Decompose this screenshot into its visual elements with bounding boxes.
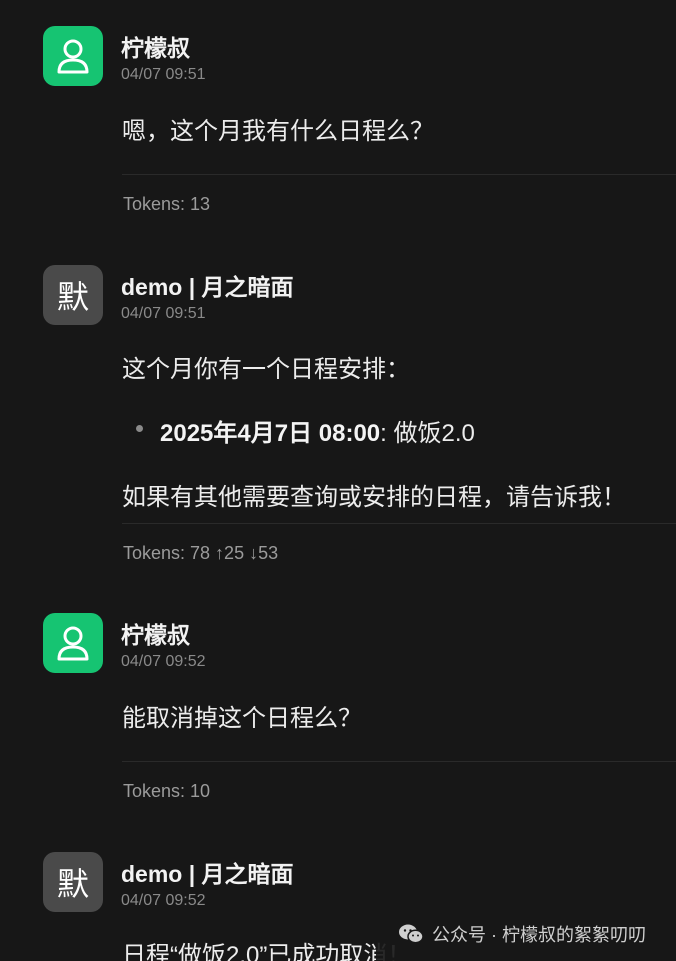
schedule-list-item: 2025年4月7日 08:00: 做饭2.0	[160, 413, 475, 448]
bot-avatar[interactable]: 默	[43, 265, 103, 325]
token-count: Tokens: 10	[123, 781, 211, 801]
sender-name: 柠檬叔	[121, 35, 190, 61]
bot-avatar[interactable]: 默	[43, 852, 103, 912]
watermark: 公众号 · 柠檬叔的絮絮叨叨	[376, 907, 676, 961]
message-text: 嗯，这个月我有什么日程么？	[122, 118, 434, 145]
list-bullet	[136, 425, 143, 432]
wechat-icon	[399, 924, 424, 944]
timestamp: 04/07 09:51	[121, 66, 206, 83]
timestamp: 04/07 09:52	[121, 892, 206, 909]
timestamp: 04/07 09:52	[121, 653, 206, 670]
message-text: 日程“做饭2.0”已成功取消！	[122, 942, 412, 961]
user-avatar[interactable]	[43, 26, 103, 86]
user-icon	[57, 39, 89, 74]
sender-name: demo | 月之暗面	[121, 861, 294, 887]
token-count: Tokens: 78 ↑25 ↓53	[123, 543, 279, 563]
sender-name: demo | 月之暗面	[121, 274, 294, 300]
message-text-followup: 如果有其他需要查询或安排的日程，请告诉我！	[122, 484, 626, 511]
sender-name: 柠檬叔	[121, 622, 190, 648]
user-avatar[interactable]	[43, 613, 103, 673]
message-text: 这个月你有一个日程安排：	[122, 356, 410, 383]
timestamp: 04/07 09:51	[121, 305, 206, 322]
message-text: 能取消掉这个日程么？	[122, 705, 362, 732]
watermark-text: 公众号 · 柠檬叔的絮絮叨叨	[432, 925, 646, 945]
schedule-title: : 做饭2.0	[380, 420, 475, 447]
divider	[122, 174, 676, 175]
divider	[122, 761, 676, 762]
user-icon	[57, 626, 89, 661]
divider	[122, 523, 676, 524]
schedule-datetime: 2025年4月7日 08:00	[160, 420, 381, 447]
token-count: Tokens: 13	[123, 194, 211, 214]
